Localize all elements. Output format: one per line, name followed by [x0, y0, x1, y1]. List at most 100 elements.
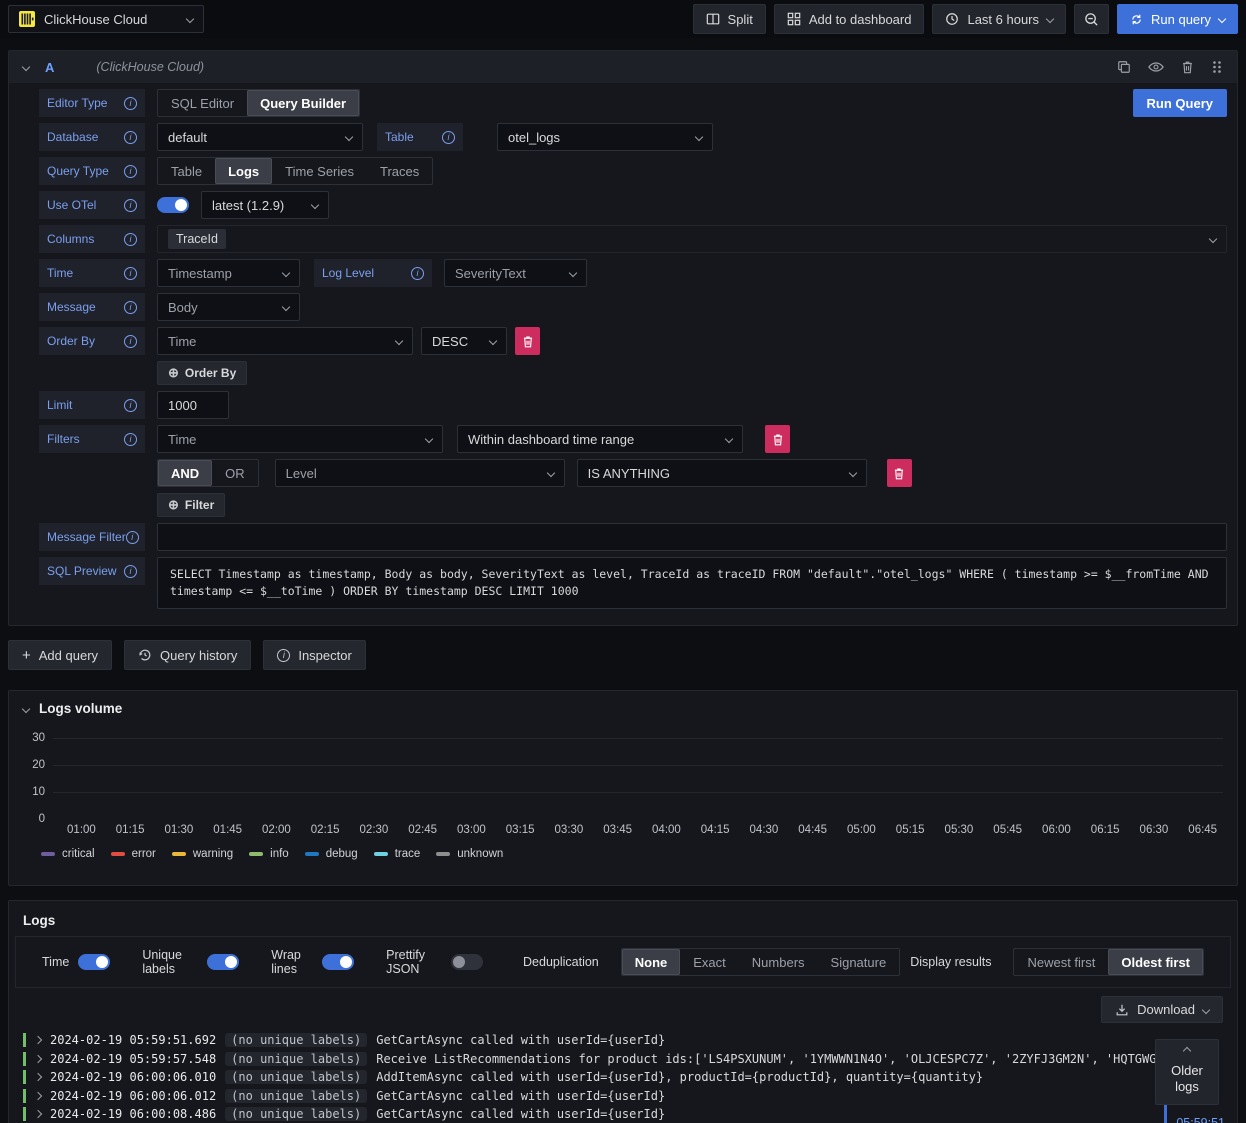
prettify-json-toggle-label: Prettify JSON	[386, 948, 426, 976]
table-select[interactable]: otel_logs	[497, 123, 713, 151]
info-icon[interactable]	[124, 432, 137, 446]
expand-chevron-icon[interactable]	[33, 1054, 43, 1063]
otel-version-select[interactable]: latest (1.2.9)	[201, 191, 329, 219]
logs-panel: Logs Time Unique labels Wrap lines Prett…	[8, 900, 1238, 1123]
info-icon[interactable]	[125, 530, 139, 544]
expand-chevron-icon[interactable]	[33, 1110, 43, 1119]
info-icon[interactable]	[124, 564, 137, 578]
query-type-table[interactable]: Table	[158, 158, 215, 184]
info-icon[interactable]	[124, 164, 137, 178]
limit-input[interactable]	[157, 391, 229, 419]
datasource-picker[interactable]: ClickHouse Cloud	[8, 5, 204, 33]
dedup-none[interactable]: None	[621, 949, 681, 975]
add-to-dashboard-button[interactable]: Add to dashboard	[773, 4, 925, 34]
remove-filter-button[interactable]	[765, 425, 790, 453]
info-icon[interactable]	[124, 334, 137, 348]
drag-handle-icon[interactable]	[1211, 60, 1223, 74]
filter-sub-operator-select[interactable]: IS ANYTHING	[576, 459, 867, 487]
info-icon[interactable]	[442, 130, 455, 144]
filter-operator-select[interactable]: Within dashboard time range	[457, 425, 743, 453]
info-icon[interactable]	[124, 198, 137, 212]
query-history-button[interactable]: Query history	[124, 640, 252, 670]
dedup-exact[interactable]: Exact	[680, 949, 739, 975]
and-option[interactable]: AND	[158, 460, 213, 486]
legend-item-unknown[interactable]: unknown	[436, 848, 503, 860]
oldest-first-option[interactable]: Oldest first	[1108, 949, 1203, 975]
log-row[interactable]: 2024-02-19 06:00:06.010 (no unique labels…	[23, 1068, 1237, 1087]
newest-first-option[interactable]: Newest first	[1014, 949, 1108, 975]
chevron-down-icon	[1208, 234, 1218, 244]
filter-field-select[interactable]: Time	[157, 425, 443, 453]
logs-volume-legend: critical error warning info debug trace unknow…	[41, 848, 503, 860]
columns-multiselect[interactable]: TraceId	[157, 225, 1227, 253]
run-query-button[interactable]: Run query	[1117, 4, 1238, 34]
query-type-logs[interactable]: Logs	[215, 158, 273, 184]
split-button[interactable]: Split	[692, 4, 766, 34]
expand-chevron-icon[interactable]	[33, 1091, 43, 1100]
info-icon[interactable]	[411, 266, 424, 280]
download-button[interactable]: Download	[1101, 996, 1223, 1023]
expand-chevron-icon[interactable]	[33, 1036, 43, 1045]
info-icon[interactable]	[124, 232, 137, 246]
legend-item-error[interactable]: error	[110, 848, 156, 860]
time-range-picker[interactable]: Last 6 hours	[932, 4, 1067, 34]
collapse-chevron-icon[interactable]	[21, 62, 31, 72]
unique-labels-toggle[interactable]	[207, 954, 240, 970]
logs-volume-bars[interactable]	[53, 728, 1223, 820]
log-row[interactable]: 2024-02-19 06:00:06.012 (no unique labels…	[23, 1087, 1237, 1106]
remove-order-by-button[interactable]	[515, 327, 540, 355]
chevron-down-icon	[1217, 14, 1227, 24]
log-row[interactable]: 2024-02-19 06:00:08.486 (no unique labels…	[23, 1105, 1237, 1123]
info-icon[interactable]	[124, 300, 137, 314]
use-otel-toggle[interactable]	[157, 197, 189, 213]
inspector-button[interactable]: Inspector	[263, 640, 366, 670]
dedup-numbers[interactable]: Numbers	[739, 949, 818, 975]
add-query-button[interactable]: + Add query	[8, 640, 113, 670]
legend-item-trace[interactable]: trace	[373, 848, 420, 860]
dedup-segmented: None Exact Numbers Signature	[620, 948, 901, 976]
log-row[interactable]: 2024-02-19 05:59:51.692 (no unique labels…	[23, 1031, 1237, 1050]
add-filter-button[interactable]: ⊕ Filter	[157, 493, 226, 517]
info-icon[interactable]	[124, 96, 137, 110]
remove-sub-filter-button[interactable]	[886, 459, 912, 487]
legend-item-critical[interactable]: critical	[41, 848, 95, 860]
prettify-json-toggle[interactable]	[451, 954, 484, 970]
log-row[interactable]: 2024-02-19 05:59:57.548 (no unique labels…	[23, 1050, 1237, 1069]
sql-editor-option[interactable]: SQL Editor	[158, 90, 247, 116]
info-icon[interactable]	[124, 266, 137, 280]
hide-response-eye-icon[interactable]	[1148, 60, 1164, 74]
query-row-header[interactable]: A (ClickHouse Cloud)	[9, 51, 1237, 83]
zoom-out-button[interactable]	[1074, 4, 1110, 34]
older-logs-button[interactable]: Older logs	[1155, 1039, 1219, 1105]
message-filter-input[interactable]	[157, 523, 1227, 551]
dedup-signature[interactable]: Signature	[818, 949, 900, 975]
legend-item-debug[interactable]: debug	[304, 848, 358, 860]
legend-item-warning[interactable]: warning	[171, 848, 233, 860]
collapse-chevron-icon[interactable]	[21, 704, 31, 713]
logs-volume-panel: Logs volume 0 10 20 30 01:00 01:15 01:30 01:45…	[8, 690, 1238, 886]
column-chip[interactable]: TraceId	[168, 229, 226, 249]
order-by-direction-select[interactable]: DESC	[421, 327, 507, 355]
legend-item-info[interactable]: info	[249, 848, 289, 860]
editor-run-query-button[interactable]: Run Query	[1132, 89, 1227, 117]
time-toggle[interactable]	[78, 954, 111, 970]
or-option[interactable]: OR	[212, 460, 258, 486]
sql-preview-text: SELECT Timestamp as timestamp, Body as b…	[157, 557, 1227, 609]
log-level-select[interactable]: SeverityText	[444, 259, 587, 287]
wrap-lines-toggle[interactable]	[322, 954, 355, 970]
filter-sub-field-select[interactable]: Level	[274, 459, 565, 487]
legend-color-chip	[436, 852, 451, 856]
duplicate-query-icon[interactable]	[1117, 60, 1131, 74]
query-type-traces[interactable]: Traces	[367, 158, 432, 184]
info-icon[interactable]	[124, 130, 137, 144]
remove-query-trash-icon[interactable]	[1181, 60, 1194, 74]
query-builder-option[interactable]: Query Builder	[247, 90, 360, 116]
time-column-select[interactable]: Timestamp	[157, 259, 300, 287]
order-by-field-select[interactable]: Time	[157, 327, 413, 355]
add-order-by-button[interactable]: ⊕ Order By	[157, 361, 248, 385]
message-column-select[interactable]: Body	[157, 293, 300, 321]
expand-chevron-icon[interactable]	[33, 1073, 43, 1082]
database-select[interactable]: default	[157, 123, 363, 151]
query-type-time-series[interactable]: Time Series	[272, 158, 367, 184]
info-icon[interactable]	[124, 398, 137, 412]
